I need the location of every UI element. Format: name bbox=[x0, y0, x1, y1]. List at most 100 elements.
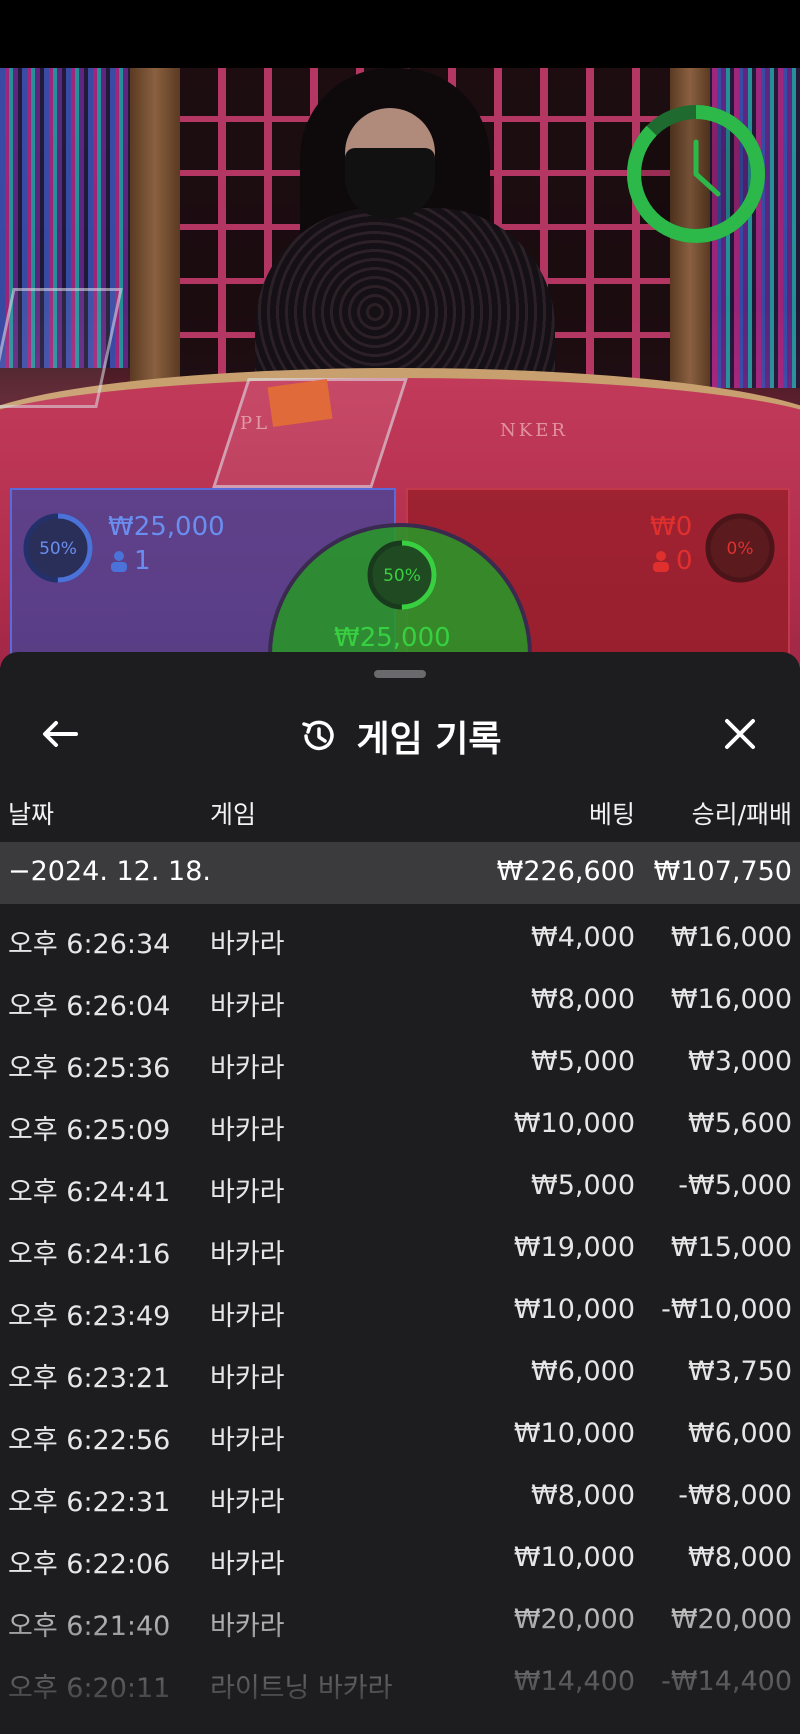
game-history-sheet: 게임 기록 날짜 게임 베팅 승리/패배 −2024. 12. 18. ₩226… bbox=[0, 652, 800, 1734]
row-game: 바카라 bbox=[210, 1549, 285, 1580]
row-winloss: -₩14,400 bbox=[661, 1666, 792, 1697]
close-icon bbox=[725, 719, 755, 749]
row-bet: ₩5,000 bbox=[531, 1170, 635, 1201]
row-winloss: ₩3,000 bbox=[688, 1046, 792, 1077]
row-bet: ₩14,400 bbox=[513, 1666, 635, 1697]
person-icon bbox=[111, 551, 127, 572]
row-game: 바카라 bbox=[210, 1301, 285, 1332]
status-bar bbox=[0, 0, 800, 68]
close-button[interactable] bbox=[710, 708, 770, 760]
sheet-grabber[interactable] bbox=[374, 670, 426, 678]
row-game: 바카라 bbox=[210, 1611, 285, 1642]
tie-percent-ring: 50% bbox=[367, 540, 437, 610]
row-game: 바카라 bbox=[210, 1115, 285, 1146]
row-bet: ₩19,000 bbox=[513, 1232, 635, 1263]
day-total-bet: ₩226,600 bbox=[496, 856, 635, 887]
row-time: 오후 6:23:21 bbox=[8, 1363, 171, 1394]
table-row[interactable]: 오후 6:24:16 바카라 ₩19,000 ₩15,000 bbox=[0, 1214, 800, 1276]
row-bet: ₩10,000 bbox=[513, 1542, 635, 1573]
table-row[interactable]: 오후 6:22:31 바카라 ₩8,000 -₩8,000 bbox=[0, 1462, 800, 1524]
day-total-winloss: ₩107,750 bbox=[653, 856, 792, 887]
table-row[interactable]: 오후 6:26:34 바카라 ₩4,000 ₩16,000 bbox=[0, 904, 800, 966]
banker-percent-label: 0% bbox=[727, 539, 754, 559]
row-bet: ₩10,000 bbox=[513, 1294, 635, 1325]
history-list: 오후 6:26:34 바카라 ₩4,000 ₩16,000 오후 6:26:04 바카라 ₩… bbox=[0, 904, 800, 1710]
row-winloss: -₩8,000 bbox=[678, 1480, 792, 1511]
row-bet: ₩6,000 bbox=[531, 1356, 635, 1387]
row-winloss: ₩15,000 bbox=[670, 1232, 792, 1263]
day-date: −2024. 12. 18. bbox=[8, 856, 211, 887]
row-winloss: -₩10,000 bbox=[661, 1294, 792, 1325]
row-bet: ₩5,000 bbox=[531, 1046, 635, 1077]
table-row[interactable]: 오후 6:22:56 바카라 ₩10,000 ₩6,000 bbox=[0, 1400, 800, 1462]
table-header: 날짜 게임 베팅 승리/패배 bbox=[0, 787, 800, 837]
row-winloss: ₩16,000 bbox=[670, 984, 792, 1015]
row-time: 오후 6:22:06 bbox=[8, 1549, 171, 1580]
day-summary-row[interactable]: −2024. 12. 18. ₩226,600 ₩107,750 bbox=[0, 842, 800, 904]
banker-bet-amount: ₩0 bbox=[650, 512, 693, 542]
felt-player-text: PL bbox=[240, 413, 271, 434]
row-winloss: ₩6,000 bbox=[688, 1418, 792, 1449]
table-row[interactable]: 오후 6:22:06 바카라 ₩10,000 ₩8,000 bbox=[0, 1524, 800, 1586]
row-bet: ₩4,000 bbox=[531, 922, 635, 953]
row-game: 바카라 bbox=[210, 1487, 285, 1518]
row-game: 바카라 bbox=[210, 1239, 285, 1270]
table-row[interactable]: 오후 6:25:36 바카라 ₩5,000 ₩3,000 bbox=[0, 1028, 800, 1090]
row-bet: ₩20,000 bbox=[513, 1604, 635, 1635]
history-icon bbox=[302, 720, 335, 751]
tie-bet-amount: ₩25,000 bbox=[334, 623, 451, 653]
row-winloss: ₩3,750 bbox=[688, 1356, 792, 1387]
felt-banker-text: NKER bbox=[500, 420, 568, 441]
column-header-winloss: 승리/패배 bbox=[691, 800, 792, 829]
table-row[interactable]: 오후 6:23:49 바카라 ₩10,000 -₩10,000 bbox=[0, 1276, 800, 1338]
row-time: 오후 6:25:36 bbox=[8, 1053, 171, 1084]
row-game: 바카라 bbox=[210, 1177, 285, 1208]
column-header-date: 날짜 bbox=[8, 800, 55, 829]
table-row[interactable]: 오후 6:21:40 바카라 ₩20,000 ₩20,000 bbox=[0, 1586, 800, 1648]
row-bet: ₩10,000 bbox=[513, 1108, 635, 1139]
page-title: 게임 기록 bbox=[356, 719, 502, 760]
row-time: 오후 6:23:49 bbox=[8, 1301, 171, 1332]
row-game: 바카라 bbox=[210, 1363, 285, 1394]
table-row[interactable]: 오후 6:23:21 바카라 ₩6,000 ₩3,750 bbox=[0, 1338, 800, 1400]
row-time: 오후 6:21:40 bbox=[8, 1611, 171, 1642]
table-row[interactable]: 오후 6:24:41 바카라 ₩5,000 -₩5,000 bbox=[0, 1152, 800, 1214]
row-winloss: ₩20,000 bbox=[670, 1604, 792, 1635]
row-winloss: ₩5,600 bbox=[688, 1108, 792, 1139]
row-bet: ₩8,000 bbox=[531, 984, 635, 1015]
row-game: 라이트닝 바카라 bbox=[210, 1673, 393, 1704]
player-bettor-count: 1 bbox=[134, 546, 151, 576]
row-bet: ₩10,000 bbox=[513, 1418, 635, 1449]
person-icon bbox=[653, 551, 669, 572]
row-game: 바카라 bbox=[210, 1053, 285, 1084]
row-time: 오후 6:25:09 bbox=[8, 1115, 171, 1146]
row-time: 오후 6:20:11 bbox=[8, 1673, 171, 1704]
row-time: 오후 6:22:56 bbox=[8, 1425, 171, 1456]
row-game: 바카라 bbox=[210, 1425, 285, 1456]
row-bet: ₩8,000 bbox=[531, 1480, 635, 1511]
banker-percent-ring: 0% bbox=[705, 513, 775, 583]
row-game: 바카라 bbox=[210, 991, 285, 1022]
table-row[interactable]: 오후 6:26:04 바카라 ₩8,000 ₩16,000 bbox=[0, 966, 800, 1028]
row-time: 오후 6:22:31 bbox=[8, 1487, 171, 1518]
tie-percent-label: 50% bbox=[383, 566, 421, 586]
row-winloss: ₩16,000 bbox=[670, 922, 792, 953]
sheet-header: 게임 기록 bbox=[0, 692, 800, 772]
row-time: 오후 6:24:41 bbox=[8, 1177, 171, 1208]
row-winloss: -₩5,000 bbox=[678, 1170, 792, 1201]
live-video: PL NKER 50% ₩25,000 1 ₩0 0 0% 50% ₩25,00… bbox=[0, 68, 800, 668]
player-percent-ring: 50% bbox=[23, 513, 93, 583]
table-row[interactable]: 오후 6:20:11 라이트닝 바카라 ₩14,400 -₩14,400 bbox=[0, 1648, 800, 1710]
column-header-game: 게임 bbox=[210, 800, 257, 829]
clock-icon bbox=[627, 105, 765, 243]
row-time: 오후 6:26:34 bbox=[8, 929, 171, 960]
table-row[interactable]: 오후 6:25:09 바카라 ₩10,000 ₩5,600 bbox=[0, 1090, 800, 1152]
row-time: 오후 6:26:04 bbox=[8, 991, 171, 1022]
row-game: 바카라 bbox=[210, 929, 285, 960]
banker-bettor-count: 0 bbox=[676, 546, 693, 576]
player-percent-label: 50% bbox=[39, 539, 77, 559]
column-header-bet: 베팅 bbox=[588, 800, 635, 829]
row-winloss: ₩8,000 bbox=[688, 1542, 792, 1573]
player-bet-amount: ₩25,000 bbox=[108, 512, 225, 542]
row-time: 오후 6:24:16 bbox=[8, 1239, 171, 1270]
